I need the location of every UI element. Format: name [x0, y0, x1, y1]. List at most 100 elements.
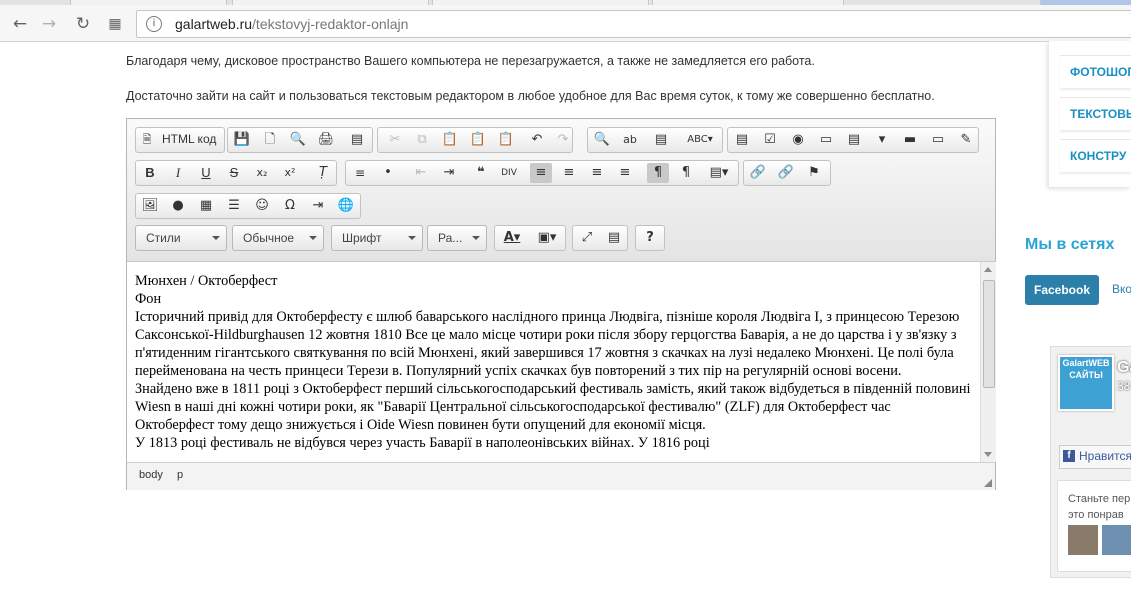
remove-format-icon[interactable]: Ṭ: [312, 163, 334, 183]
italic-icon[interactable]: I: [167, 163, 189, 183]
form-icon[interactable]: ▤: [731, 130, 753, 150]
hidden-field-icon[interactable]: ✎: [955, 130, 977, 150]
undo-icon[interactable]: ↶: [526, 130, 548, 150]
back-icon[interactable]: ←: [9, 13, 31, 35]
scrollbar-thumb[interactable]: [983, 280, 995, 388]
url-path: /tekstovyj-redaktor-onlajn: [252, 16, 409, 32]
underline-icon[interactable]: U: [195, 163, 217, 183]
sidebar-item-photoshop[interactable]: ФОТОШОП: [1060, 55, 1131, 88]
checkbox-icon[interactable]: ☑: [759, 130, 781, 150]
member-avatar[interactable]: [1102, 525, 1131, 555]
facebook-button[interactable]: Facebook: [1025, 275, 1099, 305]
save-icon[interactable]: 💾: [231, 130, 253, 150]
ltr-icon[interactable]: ¶: [647, 163, 669, 183]
replace-icon[interactable]: ab: [619, 130, 641, 150]
format-dropdown[interactable]: Обычное: [232, 225, 324, 251]
unlink-icon[interactable]: 🔗: [775, 163, 797, 183]
page-break-icon[interactable]: ⇥: [307, 196, 329, 216]
anchor-flag-icon[interactable]: ⚑: [803, 163, 825, 183]
scroll-down-icon[interactable]: [984, 452, 992, 457]
member-avatar[interactable]: [1068, 525, 1098, 555]
background-color-icon[interactable]: ▣▾: [532, 228, 562, 248]
table-icon[interactable]: ▦: [195, 196, 217, 216]
subscript-icon[interactable]: x₂: [251, 163, 273, 183]
align-right-icon[interactable]: ≡: [586, 163, 608, 183]
apps-grid-icon[interactable]: ▦: [104, 13, 126, 35]
rtl-icon[interactable]: ¶: [675, 163, 697, 183]
special-char-icon[interactable]: Ω: [279, 196, 301, 216]
copy-icon[interactable]: ⧉: [411, 130, 433, 150]
flash-icon[interactable]: ●: [167, 196, 189, 216]
like-button[interactable]: f Нравится: [1059, 445, 1131, 469]
indent-icon[interactable]: ⇥: [438, 163, 460, 183]
align-justify-icon[interactable]: ≡: [614, 163, 636, 183]
strike-icon[interactable]: S: [223, 163, 245, 183]
new-page-icon[interactable]: 🗋: [259, 130, 281, 150]
source-code-icon: 🗎: [142, 133, 152, 146]
select-field-icon[interactable]: ▾: [871, 130, 893, 150]
bold-icon[interactable]: B: [139, 163, 161, 183]
show-blocks-icon[interactable]: ▤: [603, 228, 625, 248]
image-icon[interactable]: 🖼: [139, 196, 161, 216]
select-all-icon[interactable]: ▤: [650, 130, 672, 150]
font-size-dropdown[interactable]: Ра...: [427, 225, 487, 251]
forward-icon[interactable]: →: [38, 13, 60, 35]
basic-styles-toolbar-group: B I U S x₂ x² Ṭ: [135, 160, 337, 186]
blockquote-icon[interactable]: ❝: [470, 163, 492, 183]
horizontal-rule-icon[interactable]: ☰: [223, 196, 245, 216]
preview-icon[interactable]: 🔍: [287, 130, 309, 150]
editor-content-area[interactable]: Мюнхен / Октоберфест Фон Історичний прив…: [127, 261, 980, 462]
print-icon[interactable]: 🖨: [315, 130, 337, 150]
textarea-icon[interactable]: ▤: [843, 130, 865, 150]
resize-grip-icon[interactable]: [984, 479, 992, 487]
forms-toolbar-group: ▤ ☑ ◉ ▭ ▤ ▾ ▬ ▭ ✎: [727, 127, 979, 153]
text-field-icon[interactable]: ▭: [815, 130, 837, 150]
paste-icon[interactable]: 📋: [439, 130, 461, 150]
paragraph-toolbar-group: ≡ • ⇤ ⇥ ❝ DIV ≡ ≡ ≡ ≡ ¶ ¶ ▤▾: [345, 160, 739, 186]
styles-dropdown[interactable]: Стили: [135, 225, 227, 251]
info-icon[interactable]: i: [146, 16, 162, 32]
smiley-icon[interactable]: ☺: [251, 196, 273, 216]
group-name[interactable]: Ga: [1117, 359, 1131, 377]
radio-icon[interactable]: ◉: [787, 130, 809, 150]
url-text[interactable]: galartweb.ru/tekstovyj-redaktor-onlajn: [175, 16, 408, 32]
language-icon[interactable]: ▤▾: [703, 163, 735, 183]
numbered-list-icon[interactable]: ≡: [349, 163, 371, 183]
spellcheck-icon[interactable]: ABC▾: [681, 130, 719, 150]
sidebar-item-text[interactable]: ТЕКСТОВЫ: [1060, 97, 1131, 130]
path-element-p[interactable]: p: [177, 469, 183, 481]
image-button-icon[interactable]: ▭: [927, 130, 949, 150]
font-size-dropdown-label: Ра...: [438, 231, 463, 245]
align-left-icon[interactable]: ≡: [530, 163, 552, 183]
font-dropdown[interactable]: Шрифт: [331, 225, 423, 251]
source-button-label: HTML код: [162, 132, 217, 146]
outdent-icon[interactable]: ⇤: [410, 163, 432, 183]
paste-word-icon[interactable]: 📋: [495, 130, 517, 150]
sidebar-item-constructor[interactable]: КОНСТРУ: [1060, 139, 1131, 172]
scroll-up-icon[interactable]: [984, 267, 992, 272]
iframe-globe-icon[interactable]: 🌐: [335, 196, 357, 216]
like-label: Нравится: [1079, 449, 1131, 463]
div-container-icon[interactable]: DIV: [498, 163, 520, 183]
maximize-icon[interactable]: ⤢: [576, 228, 598, 248]
editor-scrollbar[interactable]: [980, 261, 996, 462]
paste-text-icon[interactable]: 📋: [467, 130, 489, 150]
link-icon[interactable]: 🔗: [747, 163, 769, 183]
source-button[interactable]: 🗎 HTML код: [135, 127, 225, 153]
vk-link[interactable]: Вкон: [1112, 282, 1131, 296]
address-bar[interactable]: i galartweb.ru/tekstovyj-redaktor-onlajn: [136, 10, 1131, 38]
bulleted-list-icon[interactable]: •: [377, 163, 399, 183]
align-center-icon[interactable]: ≡: [558, 163, 580, 183]
button-field-icon[interactable]: ▬: [899, 130, 921, 150]
help-icon[interactable]: ?: [639, 228, 661, 248]
reload-icon[interactable]: ↻: [72, 13, 94, 35]
cut-icon[interactable]: ✂: [384, 130, 406, 150]
redo-icon[interactable]: ↷: [552, 130, 574, 150]
group-avatar[interactable]: GalartWEB САЙТЫ: [1058, 355, 1114, 411]
templates-icon[interactable]: ▤: [346, 130, 368, 150]
text-color-icon[interactable]: A▾: [498, 228, 526, 248]
path-element-body[interactable]: body: [139, 469, 163, 481]
superscript-icon[interactable]: x²: [279, 163, 301, 183]
find-icon[interactable]: 🔍: [591, 130, 613, 150]
group-avatar-text: GalartWEB САЙТЫ: [1062, 358, 1110, 380]
